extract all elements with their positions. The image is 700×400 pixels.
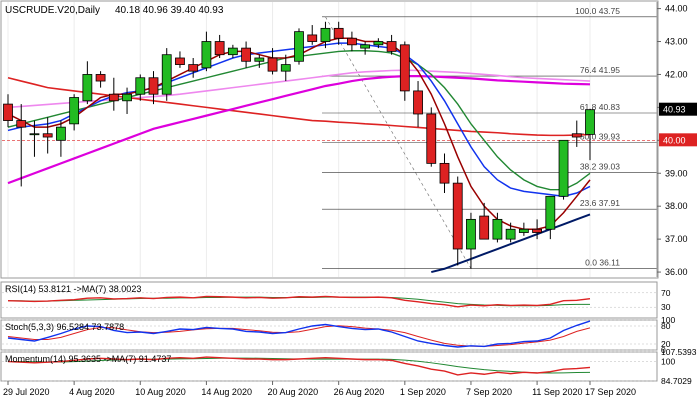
candle-body-2	[29, 133, 40, 136]
candle-body-11	[148, 77, 159, 95]
date-label-5: 26 Aug 2020	[334, 387, 385, 397]
candle-body-44	[585, 109, 595, 135]
ma-blue	[7, 42, 591, 198]
candle-body-7	[95, 74, 106, 82]
candle-body-32	[426, 113, 437, 164]
ma-green	[7, 50, 591, 191]
indicator-axis-label-1-1: 80	[661, 321, 671, 331]
price-tick-label-6: 42.00	[665, 69, 688, 79]
candle-body-1	[16, 120, 27, 128]
price-tick-label-0: 36.00	[665, 267, 688, 277]
date-label-9: 17 Sep 2020	[585, 387, 636, 397]
candle-body-12	[161, 54, 172, 95]
indicator-label-1: Stoch(5,3,3) 96.5284 73.7878	[5, 322, 124, 332]
indicator-axis-label-2-1: 100	[661, 357, 675, 367]
candle-body-14	[188, 64, 199, 72]
candle-body-8	[108, 93, 119, 102]
ma-red	[7, 76, 591, 137]
candle-body-15	[201, 41, 212, 69]
candle-body-24	[320, 27, 331, 42]
price-tick-label-1: 37.00	[665, 234, 688, 244]
candle-body-20	[267, 57, 278, 72]
candle-body-38	[505, 228, 516, 240]
candle-body-30	[399, 44, 410, 92]
candle-body-4	[56, 126, 66, 141]
date-label-3: 14 Aug 2020	[201, 387, 252, 397]
main-panel-frame	[0, 0, 659, 279]
indicator-label-2: Momentum(14) 95.3635 ->MA(7) 91.4737	[5, 354, 171, 364]
fib-label-4: 38.2 39.03	[580, 161, 620, 171]
candle-body-36	[479, 215, 490, 240]
ohlc-readout: 40.18 40.96 39.40 40.93	[115, 5, 224, 16]
candle-body-28	[373, 41, 384, 46]
candle-body-41	[545, 195, 556, 230]
date-label-0: 29 Jul 2020	[3, 387, 50, 397]
indicator-axis-label-2-0: 107.5393	[661, 347, 697, 357]
candle-body-21	[280, 64, 291, 72]
candle-body-35	[466, 218, 476, 250]
candle-body-33	[439, 162, 450, 184]
chart-title: USCRUDE.V20,Daily	[5, 5, 100, 16]
candle-body-5	[69, 97, 80, 125]
candle-body-6	[82, 74, 93, 102]
date-label-8: 11 Sep 2020	[532, 387, 582, 397]
candle-body-40	[532, 228, 542, 233]
candle-body-19	[254, 57, 265, 62]
candle-body-18	[241, 47, 251, 62]
candle-body-26	[347, 37, 357, 46]
candle-body-23	[307, 34, 318, 42]
price-chart: 100.0 43.7576.4 41.9561.8 40.8350.0 39.9…	[0, 0, 697, 397]
indicator-axis-label-2-2: 84.7029	[661, 376, 692, 386]
date-label-6: 1 Sep 2020	[400, 387, 446, 397]
candle-body-39	[518, 228, 529, 233]
candle-body-9	[122, 93, 132, 102]
fib-label-1: 76.4 41.95	[580, 65, 620, 75]
candle-body-31	[413, 90, 423, 115]
date-label-1: 4 Aug 2020	[69, 387, 115, 397]
ma-magenta	[7, 75, 591, 185]
price-axis: 36.0037.0038.0039.0040.0041.0042.0043.00…	[656, 2, 697, 277]
indicator-label-0: RSI(14) 53.8121 ->MA(7) 38.0023	[5, 284, 141, 294]
fib-label-0: 100.0 43.75	[575, 6, 620, 16]
candle-body-29	[386, 41, 397, 52]
fib-label-6: 0.0 36.11	[585, 257, 620, 267]
indicator-axis-label-0-1: 30	[661, 302, 671, 312]
indicator-panels: 70 30 RSI(14) 53.8121 ->MA(7) 38.0023 100 80…	[0, 281, 697, 386]
current-price-label: 40.93	[663, 105, 686, 115]
candles	[3, 21, 595, 269]
date-label-2: 10 Aug 2020	[135, 387, 186, 397]
candle-body-25	[333, 27, 344, 39]
candle-body-0	[3, 103, 13, 121]
candle-body-10	[135, 77, 146, 95]
indicator-axis-label-0-0: 70	[661, 288, 671, 298]
candle-body-16	[214, 41, 225, 56]
price-tick-label-3: 39.00	[665, 168, 688, 178]
date-label-7: 7 Sep 2020	[466, 387, 512, 397]
price-tick-label-7: 43.00	[665, 37, 688, 47]
candle-body-17	[227, 47, 238, 56]
price-tick-label-8: 44.00	[665, 4, 688, 14]
fib-label-5: 23.6 37.91	[580, 198, 620, 208]
price-tick-label-2: 38.00	[665, 201, 688, 211]
date-label-4: 20 Aug 2020	[268, 387, 319, 397]
candle-body-42	[558, 139, 569, 197]
candle-body-13	[175, 57, 185, 65]
candle-body-22	[294, 31, 304, 62]
candle-body-37	[492, 218, 503, 240]
candle-body-43	[571, 133, 582, 138]
candle-body-3	[42, 133, 53, 138]
date-axis: 29 Jul 2020 4 Aug 2020 10 Aug 2020 14 Aug 2…	[3, 381, 636, 397]
fibonacci-levels: 100.0 43.7576.4 41.9561.8 40.8350.0 39.9…	[2, 6, 657, 269]
level-40-label: 40.00	[663, 135, 686, 145]
candle-body-34	[452, 182, 463, 250]
candle-body-27	[360, 44, 371, 49]
moving-averages	[7, 37, 591, 274]
